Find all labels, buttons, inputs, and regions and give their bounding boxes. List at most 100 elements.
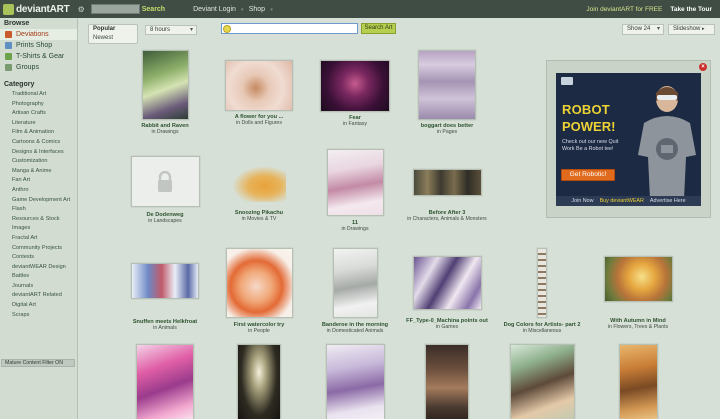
- deviation-thumbnail[interactable]: [418, 50, 476, 120]
- deviation-card[interactable]: [591, 344, 685, 419]
- deviation-thumbnail[interactable]: [603, 256, 673, 302]
- deviation-card[interactable]: [212, 344, 306, 419]
- deviation-card[interactable]: Snuffen meets Helkfroat in Animals: [118, 256, 212, 331]
- deviation-category[interactable]: in Dolls and Figures: [212, 120, 306, 126]
- deviation-category[interactable]: in Flowers, Trees & Plants: [591, 324, 685, 330]
- time-range-select[interactable]: 8 hours ▾: [145, 25, 197, 35]
- top-search-button[interactable]: Search: [142, 6, 165, 13]
- ad-banner[interactable]: ROBOT POWER! Check out our new Quit Work…: [556, 73, 701, 206]
- deviation-thumbnail[interactable]: [225, 248, 293, 318]
- deviation-thumbnail[interactable]: [130, 156, 200, 207]
- show-count-select[interactable]: Show 24 ▾: [622, 24, 664, 35]
- deviation-thumbnail[interactable]: [232, 166, 286, 202]
- category-item[interactable]: Digital Art: [12, 301, 77, 311]
- deviation-card[interactable]: Dog Colors for Artists- part 2 in Miscel…: [495, 248, 589, 334]
- deviation-thumbnail[interactable]: [225, 60, 293, 111]
- deviation-card[interactable]: De Dodenweg in Landscapes: [118, 156, 212, 224]
- deviation-thumbnail[interactable]: [136, 344, 194, 419]
- deviantart-logo[interactable]: deviantART: [3, 3, 70, 15]
- deviation-category[interactable]: in Pages: [400, 129, 494, 135]
- deviation-thumbnail[interactable]: [325, 344, 385, 419]
- category-item[interactable]: Artisan Crafts: [12, 109, 77, 119]
- gear-icon[interactable]: ⚙: [78, 5, 85, 14]
- ad-join-link[interactable]: Join Now: [571, 196, 593, 206]
- category-item[interactable]: Flash: [12, 205, 77, 215]
- category-item[interactable]: Cartoons & Comics: [12, 138, 77, 148]
- category-item[interactable]: Game Development Art: [12, 196, 77, 206]
- category-item[interactable]: Fractal Art: [12, 234, 77, 244]
- deviation-thumbnail[interactable]: [618, 344, 658, 419]
- deviation-card[interactable]: [400, 344, 494, 419]
- deviation-thumbnail[interactable]: [131, 263, 199, 299]
- deviation-thumbnail[interactable]: [326, 149, 384, 216]
- deviation-card[interactable]: Snoozing Pikachu in Movies & TV: [212, 156, 306, 222]
- sort-popular[interactable]: Popular: [89, 25, 137, 34]
- tour-link[interactable]: Take the Tour: [670, 6, 712, 13]
- deviation-card[interactable]: Rabbit and Raven in Drawings: [118, 50, 212, 135]
- sidebar-item-deviations[interactable]: Deviations: [0, 29, 77, 40]
- category-item[interactable]: Traditional Art: [12, 90, 77, 100]
- deviation-card[interactable]: Fear in Fantasy: [308, 50, 402, 127]
- deviation-category[interactable]: in Landscapes: [118, 218, 212, 224]
- category-item[interactable]: Literature: [12, 119, 77, 129]
- deviation-category[interactable]: in Miscellaneous: [495, 328, 589, 334]
- search-art-button[interactable]: Search Art: [361, 23, 396, 34]
- deviation-card[interactable]: [308, 344, 402, 419]
- slideshow-button[interactable]: Slideshow ▸: [668, 24, 715, 35]
- deviation-card[interactable]: Banderoe in the morning in Domesticated …: [308, 248, 402, 334]
- ad-buy-link[interactable]: Buy deviantWEAR: [600, 196, 644, 206]
- deviation-thumbnail[interactable]: [237, 344, 281, 419]
- category-item[interactable]: Journals: [12, 282, 77, 292]
- category-item[interactable]: deviantART Related: [12, 291, 77, 301]
- sidebar-item-groups[interactable]: Groups: [0, 62, 77, 73]
- deviation-category[interactable]: in People: [212, 328, 306, 334]
- category-item[interactable]: Fan Art: [12, 176, 77, 186]
- category-item[interactable]: Scraps: [12, 311, 77, 321]
- deviation-card[interactable]: Before After 3 in Characters, Animals & …: [400, 156, 494, 222]
- close-icon[interactable]: ×: [699, 63, 707, 71]
- deviation-thumbnail[interactable]: [332, 248, 378, 318]
- deviation-category[interactable]: in Games: [400, 324, 494, 330]
- deviation-card[interactable]: FF_Type-0_Machina points out in Games: [400, 256, 494, 330]
- deviation-thumbnail[interactable]: [425, 344, 469, 419]
- art-search-input[interactable]: [221, 23, 358, 34]
- category-item[interactable]: Manga & Anime: [12, 167, 77, 177]
- deviation-category[interactable]: in Drawings: [118, 129, 212, 135]
- deviation-thumbnail[interactable]: [537, 248, 547, 318]
- deviation-thumbnail[interactable]: [412, 169, 482, 196]
- category-item[interactable]: Anthro: [12, 186, 77, 196]
- deviation-card[interactable]: A flower for you ... in Dolls and Figure…: [212, 50, 306, 126]
- category-item[interactable]: Resources & Stock Images: [12, 215, 77, 234]
- category-item[interactable]: Film & Animation: [12, 128, 77, 138]
- deviation-card[interactable]: [118, 344, 212, 419]
- mature-filter-toggle[interactable]: Mature Content Filter ON: [1, 359, 75, 367]
- deviation-category[interactable]: in Fantasy: [308, 121, 402, 127]
- sort-filter[interactable]: Popular Newest: [88, 24, 138, 44]
- get-robotic-button[interactable]: Get Robotic!: [561, 169, 615, 181]
- deviation-category[interactable]: in Animals: [118, 325, 212, 331]
- deviation-card[interactable]: With Autumn in Mind in Flowers, Trees & …: [591, 256, 685, 330]
- deviation-category[interactable]: in Drawings: [308, 226, 402, 232]
- deviation-thumbnail[interactable]: [509, 344, 575, 419]
- advertisement[interactable]: × ROBOT POWER! Check out our new Quit Wo…: [546, 60, 711, 218]
- deviation-card[interactable]: First watercolor try in People: [212, 248, 306, 334]
- category-item[interactable]: Designs & Interfaces: [12, 148, 77, 158]
- category-item[interactable]: deviantWEAR Design Battles: [12, 263, 77, 282]
- sidebar-item-prints-shop[interactable]: Prints Shop: [0, 40, 77, 51]
- join-link[interactable]: Join deviantART for FREE: [586, 6, 662, 13]
- category-item[interactable]: Customization: [12, 157, 77, 167]
- deviation-thumbnail[interactable]: [320, 60, 390, 112]
- advertise-link[interactable]: Advertise Here: [650, 196, 686, 206]
- deviation-card[interactable]: [495, 344, 589, 419]
- deviant-login-link[interactable]: Deviant Login: [193, 6, 236, 13]
- deviation-card[interactable]: boggart does better in Pages: [400, 50, 494, 135]
- category-item[interactable]: Contests: [12, 253, 77, 263]
- deviation-thumbnail[interactable]: [412, 256, 482, 310]
- sort-newest[interactable]: Newest: [89, 34, 137, 43]
- sidebar-item-tshirts[interactable]: T-Shirts & Gear: [0, 51, 77, 62]
- deviation-category[interactable]: in Movies & TV: [212, 216, 306, 222]
- top-search-input[interactable]: [90, 4, 140, 14]
- category-item[interactable]: Photography: [12, 100, 77, 110]
- deviation-thumbnail[interactable]: [141, 50, 189, 120]
- deviation-category[interactable]: in Characters, Animals & Monsters: [400, 216, 494, 222]
